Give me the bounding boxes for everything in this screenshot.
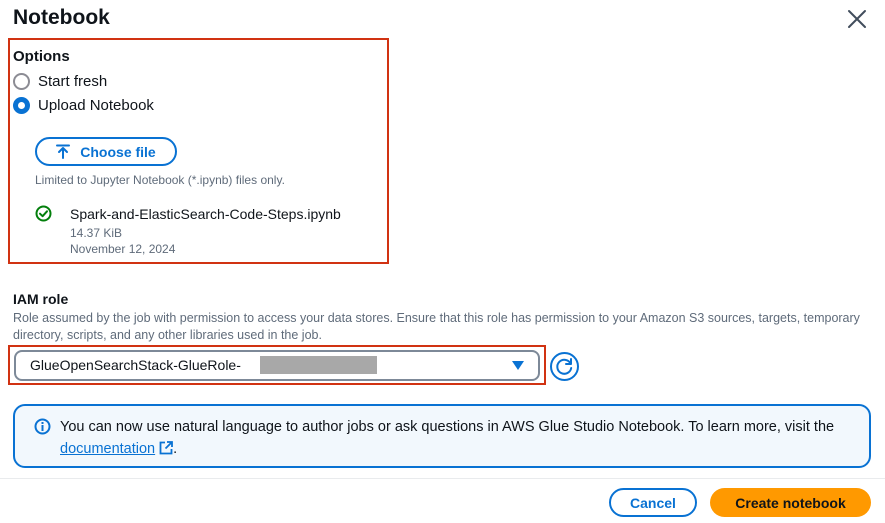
radio-circle[interactable] xyxy=(13,73,30,90)
refresh-icon xyxy=(556,358,573,375)
uploaded-file-date: November 12, 2024 xyxy=(70,242,176,256)
iam-role-select[interactable]: GlueOpenSearchStack-GlueRole- xyxy=(14,350,540,381)
choose-file-label: Choose file xyxy=(80,143,156,160)
create-notebook-button[interactable]: Create notebook xyxy=(710,488,871,517)
uploaded-file-name: Spark-and-ElasticSearch-Code-Steps.ipynb xyxy=(70,206,341,222)
radio-circle-checked[interactable] xyxy=(13,97,30,114)
radio-upload-notebook[interactable]: Upload Notebook xyxy=(13,97,154,114)
close-icon xyxy=(848,10,866,28)
uploaded-file-size: 14.37 KiB xyxy=(70,226,123,240)
external-link-icon[interactable] xyxy=(159,441,174,455)
radio-label: Start fresh xyxy=(38,73,108,90)
radio-label: Upload Notebook xyxy=(38,97,154,114)
cancel-button[interactable]: Cancel xyxy=(609,488,697,517)
redacted-text xyxy=(260,356,377,374)
file-type-hint: Limited to Jupyter Notebook (*.ipynb) fi… xyxy=(35,173,285,187)
choose-file-button[interactable]: Choose file xyxy=(35,137,177,166)
notebook-modal: Notebook Options Start fresh Upload Note… xyxy=(0,0,885,523)
alert-trailing: . xyxy=(173,441,178,457)
refresh-roles-button[interactable] xyxy=(550,352,579,381)
radio-start-fresh[interactable]: Start fresh xyxy=(13,73,107,90)
upload-icon xyxy=(56,144,71,159)
footer-divider xyxy=(0,478,885,479)
check-circle-icon xyxy=(35,205,52,222)
iam-role-label: IAM role xyxy=(13,291,69,307)
iam-role-description: Role assumed by the job with permission … xyxy=(13,311,860,342)
options-label: Options xyxy=(13,48,70,65)
modal-title: Notebook xyxy=(13,6,110,29)
alert-text: You can now use natural language to auth… xyxy=(60,419,835,435)
info-alert: You can now use natural language to auth… xyxy=(13,404,871,468)
caret-down-icon xyxy=(512,361,524,370)
documentation-link[interactable]: documentation xyxy=(60,441,155,457)
iam-role-selected-value: GlueOpenSearchStack-GlueRole- xyxy=(30,357,241,373)
close-button[interactable] xyxy=(847,9,867,29)
info-icon xyxy=(34,418,51,435)
alert-message: You can now use natural language to auth… xyxy=(60,416,850,460)
